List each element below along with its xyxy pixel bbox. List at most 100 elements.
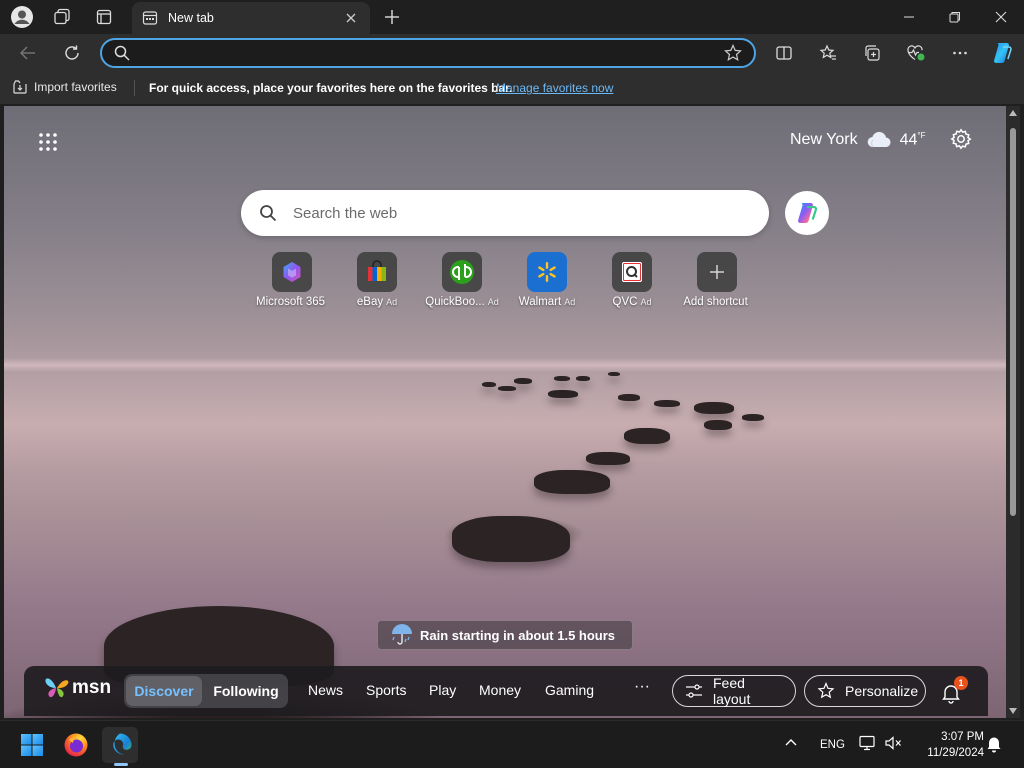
import-favorites-button[interactable]: Import favorites [12, 79, 117, 95]
tab-discover[interactable]: Discover [126, 676, 202, 706]
split-screen-icon[interactable] [770, 39, 798, 67]
sparkle-star-icon [817, 682, 835, 700]
sliders-icon [685, 683, 703, 699]
search-icon [114, 45, 130, 61]
address-bar[interactable] [100, 38, 756, 68]
msn-logo-text: msn [72, 677, 112, 698]
msn-logo[interactable]: msn [44, 676, 111, 700]
collections-icon[interactable] [858, 39, 886, 67]
msn-feed-bar: msn Discover Following News Sports Play … [24, 666, 988, 716]
feed-link-money[interactable]: Money [479, 682, 521, 698]
feed-layout-button[interactable]: Feed layout [672, 675, 796, 707]
page-settings-gear-icon[interactable] [948, 126, 974, 152]
add-favorite-star-icon[interactable] [724, 44, 742, 62]
new-tab-plus-icon[interactable] [378, 4, 406, 30]
rain-alert-text: Rain starting in about 1.5 hours [420, 627, 616, 643]
apps-launcher-icon[interactable] [34, 128, 62, 156]
more-options-icon[interactable] [946, 39, 974, 67]
feed-link-sports[interactable]: Sports [366, 682, 406, 698]
background-rock [498, 386, 516, 391]
microsoft-365-icon [280, 260, 304, 284]
shortcut-tile [612, 252, 652, 292]
weather-widget[interactable]: New York 44°F [790, 128, 925, 152]
close-window-icon[interactable] [978, 0, 1024, 34]
background-rock [624, 428, 670, 444]
restore-icon[interactable] [932, 0, 978, 34]
feed-link-play[interactable]: Play [429, 682, 456, 698]
shortcut-ebay[interactable]: eBay Ad [335, 252, 419, 308]
clock-time: 3:07 PM [941, 731, 984, 743]
favorites-bar-divider [134, 80, 135, 96]
firefox-taskbar-button[interactable] [58, 727, 94, 763]
background-rock [694, 402, 734, 414]
volume-muted-icon[interactable] [884, 735, 902, 751]
feed-tab-group: Discover Following [124, 674, 288, 708]
favorites-icon[interactable] [814, 39, 842, 67]
shortcut-ad-label: Ad [640, 297, 652, 307]
cloudy-icon [866, 131, 892, 149]
background-rock [608, 372, 620, 376]
tab-actions-icon[interactable] [90, 4, 118, 30]
shortcut-microsoft-365[interactable]: Microsoft 365 [250, 252, 334, 308]
notifications-button[interactable]: 1 [940, 676, 968, 706]
windows-taskbar: ENG 3:07 PM 11/29/2024 [0, 720, 1024, 768]
new-tab-page-icon [142, 10, 158, 26]
windows-logo-icon [20, 733, 44, 757]
background-rock [704, 420, 732, 430]
browser-essentials-heart-icon[interactable] [902, 39, 930, 67]
shortcut-label: QuickBoo... [425, 296, 485, 308]
feed-link-gaming[interactable]: Gaming [545, 682, 594, 698]
shortcut-tile [527, 252, 567, 292]
copilot-button[interactable] [785, 191, 829, 235]
quickbooks-icon [449, 259, 475, 285]
refresh-icon[interactable] [58, 39, 86, 67]
rain-alert-button[interactable]: Rain starting in about 1.5 hours [377, 620, 633, 650]
background-horizon [4, 358, 1006, 372]
background-rock [742, 414, 764, 421]
navigation-bar [0, 34, 1024, 72]
clock-date: 11/29/2024 [927, 747, 984, 759]
favorites-bar: Import favorites For quick access, place… [0, 72, 1024, 104]
shortcut-quickbooks[interactable]: QuickBoo... Ad [420, 252, 504, 308]
background-rock [576, 376, 590, 381]
personalize-button[interactable]: Personalize [804, 675, 926, 707]
import-favorites-label: Import favorites [34, 80, 117, 94]
background-rock [482, 382, 496, 387]
feed-link-news[interactable]: News [308, 682, 343, 698]
scroll-up-arrow-icon[interactable] [1009, 110, 1017, 116]
web-search-box[interactable] [241, 190, 769, 236]
background-rock [618, 394, 640, 401]
back-arrow-icon[interactable] [14, 39, 42, 67]
address-input[interactable] [140, 45, 724, 61]
scroll-down-arrow-icon[interactable] [1009, 708, 1017, 714]
tab-following[interactable]: Following [206, 676, 286, 706]
tab-title: New tab [168, 11, 214, 25]
tab-new-tab[interactable]: New tab [132, 2, 370, 34]
network-icon[interactable] [858, 735, 876, 751]
search-icon [259, 204, 277, 222]
start-button[interactable] [14, 727, 50, 763]
manage-favorites-link[interactable]: Manage favorites now [496, 81, 613, 95]
edge-icon [107, 732, 133, 758]
copilot-icon[interactable] [988, 39, 1016, 67]
ebay-shopping-bag-icon [365, 260, 389, 284]
feed-more-button[interactable]: ··· [634, 678, 650, 696]
add-shortcut-button[interactable]: Add shortcut [675, 252, 759, 308]
scrollbar-thumb[interactable] [1010, 128, 1016, 516]
shortcut-qvc[interactable]: QVC Ad [590, 252, 674, 308]
shortcut-label: eBay [356, 296, 384, 308]
minimize-icon[interactable] [886, 0, 932, 34]
page-scrollbar[interactable] [1006, 106, 1020, 718]
input-language-indicator[interactable]: ENG [820, 739, 845, 751]
umbrella-rain-icon [390, 624, 414, 646]
shortcut-ad-label: Ad [564, 297, 576, 307]
web-search-input[interactable] [293, 204, 751, 222]
shortcut-walmart[interactable]: Walmart Ad [505, 252, 589, 308]
close-tab-icon[interactable] [342, 9, 360, 27]
workspaces-icon[interactable] [48, 4, 76, 30]
show-hidden-icons-chevron-up-icon[interactable] [784, 735, 798, 749]
clock[interactable]: 3:07 PM 11/29/2024 [916, 729, 984, 761]
profile-avatar-icon[interactable] [8, 4, 36, 30]
edge-taskbar-button[interactable] [102, 727, 138, 763]
notification-center-bell-icon[interactable] [986, 735, 1002, 753]
